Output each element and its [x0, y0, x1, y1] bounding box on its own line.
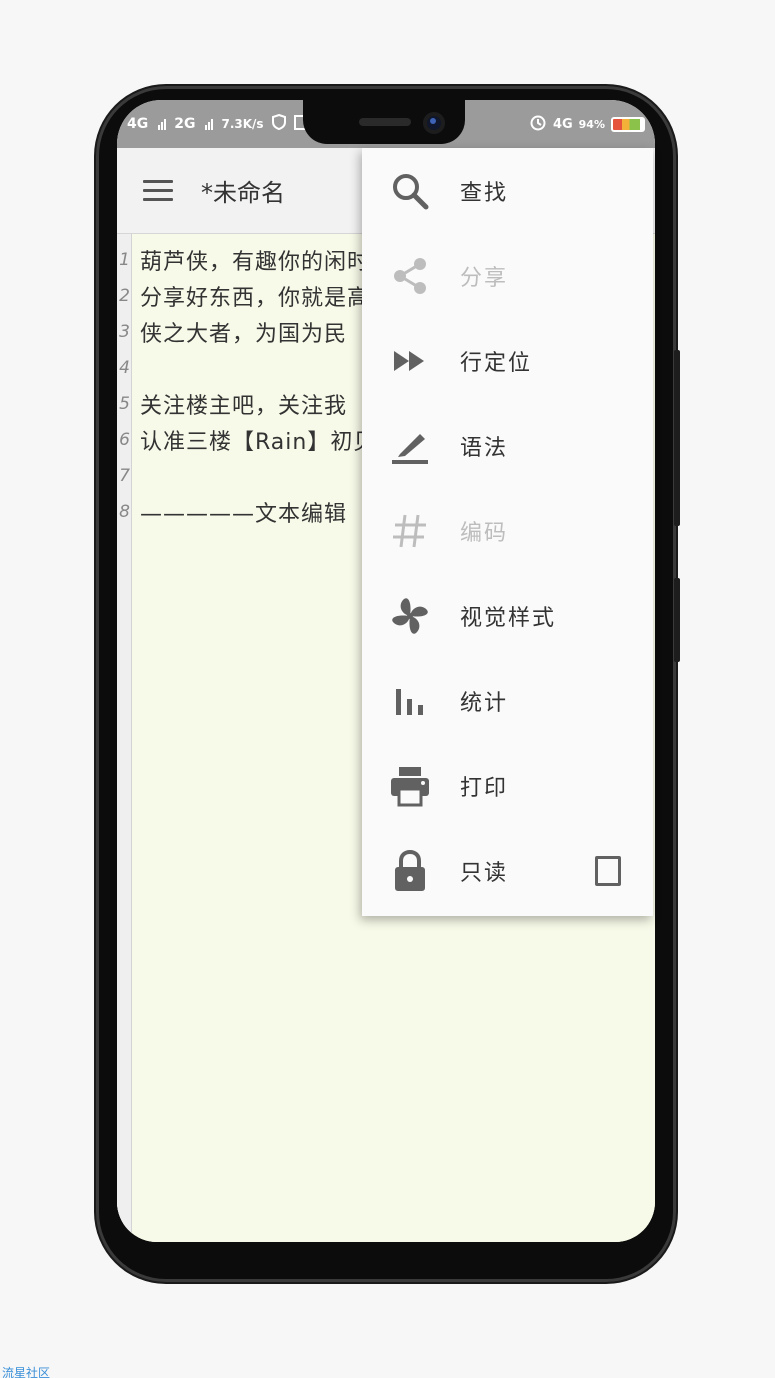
menu-item-label: 编码 [460, 520, 509, 546]
pinwheel-icon [386, 592, 434, 640]
battery-icon [611, 116, 645, 132]
editor-line[interactable]: 2 分享好东西，你就是高 [117, 278, 370, 314]
front-camera [423, 112, 445, 134]
hamburger-menu-icon[interactable] [143, 180, 173, 201]
menu-item-find[interactable]: 查找 [362, 148, 653, 233]
line-number: 2 [119, 286, 130, 306]
search-icon [386, 167, 434, 215]
menu-item-label: 查找 [460, 180, 509, 206]
bar-chart-icon [386, 677, 434, 725]
menu-item-label: 打印 [460, 775, 509, 801]
alarm-icon [529, 113, 547, 135]
sim2-label: 2G [174, 116, 196, 132]
fast-forward-icon [386, 337, 434, 385]
menu-item-label: 语法 [460, 435, 509, 461]
line-number: 6 [119, 430, 130, 450]
menu-item-syntax[interactable]: 语法 [362, 403, 653, 488]
line-text: —————文本编辑 [140, 502, 348, 527]
line-text: 葫芦侠，有趣你的闲时 [140, 250, 371, 275]
menu-item-goto-line[interactable]: 行定位 [362, 318, 653, 403]
menu-item-label: 只读 [460, 860, 509, 886]
line-number: 5 [119, 394, 130, 414]
line-number: 1 [119, 250, 130, 270]
hash-icon [386, 507, 434, 555]
line-text: 侠之大者，为国为民 [140, 322, 348, 347]
line-text: 关注楼主吧，关注我 [140, 394, 348, 419]
line-text: 分享好东西，你就是高 [140, 286, 371, 311]
line-text: 认准三楼【Rain】初见 [140, 430, 377, 455]
editor-line[interactable]: 7 [117, 458, 140, 494]
line-number: 7 [119, 466, 130, 486]
document-title: *未命名 [201, 179, 285, 207]
menu-item-label: 统计 [460, 690, 509, 716]
menu-item-share[interactable]: 分享 [362, 233, 653, 318]
menu-item-print[interactable]: 打印 [362, 743, 653, 828]
pen-underline-icon [386, 422, 434, 470]
network-speed: 7.3K/s [221, 117, 264, 131]
volume-button [674, 578, 680, 662]
watermark: 流星社区 [2, 1366, 51, 1378]
printer-icon [386, 762, 434, 810]
overflow-menu: 查找 分享 行定位 语法 编码 视觉样式 统计 打印 只读 [362, 148, 653, 916]
signal-icon [158, 118, 167, 130]
power-button [674, 350, 680, 526]
menu-item-label: 视觉样式 [460, 605, 557, 631]
editor-line[interactable]: 8 —————文本编辑 [117, 494, 347, 530]
editor-line[interactable]: 5 关注楼主吧，关注我 [117, 386, 347, 422]
menu-item-label: 行定位 [460, 350, 533, 376]
line-number: 4 [119, 358, 130, 378]
notch [303, 100, 465, 144]
editor-line[interactable]: 4 [117, 350, 140, 386]
network-type: 4G [552, 116, 573, 132]
signal-icon [205, 118, 214, 130]
shield-icon [271, 113, 286, 134]
editor-line[interactable]: 6 认准三楼【Rain】初见 [117, 422, 376, 458]
menu-item-encoding[interactable]: 编码 [362, 488, 653, 573]
lock-icon [386, 847, 434, 895]
line-number: 8 [119, 502, 130, 522]
menu-item-label: 分享 [460, 265, 509, 291]
share-icon [386, 252, 434, 300]
menu-item-read-only[interactable]: 只读 [362, 828, 653, 913]
line-number: 3 [119, 322, 130, 342]
menu-item-visual-style[interactable]: 视觉样式 [362, 573, 653, 658]
read-only-checkbox[interactable] [595, 855, 621, 886]
editor-line[interactable]: 3 侠之大者，为国为民 [117, 314, 347, 350]
battery-percent: 94% [578, 117, 605, 131]
speaker [359, 118, 411, 126]
editor-line[interactable]: 1 葫芦侠，有趣你的闲时 [117, 242, 370, 278]
menu-item-statistics[interactable]: 统计 [362, 658, 653, 743]
sim1-label: 4G [127, 116, 149, 132]
